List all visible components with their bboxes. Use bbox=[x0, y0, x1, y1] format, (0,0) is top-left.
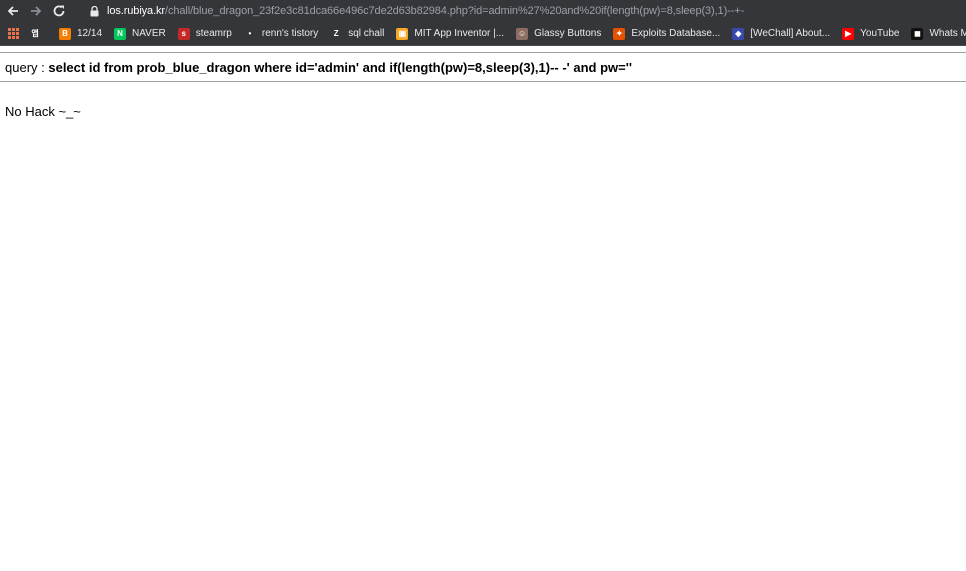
apps-grid-icon[interactable] bbox=[8, 28, 19, 39]
bookmark-label: sql chall bbox=[348, 28, 385, 39]
page-content: query : select id from prob_blue_dragon … bbox=[0, 52, 966, 119]
url-path: /chall/blue_dragon_23f2e3c81dca66e496c7d… bbox=[165, 5, 745, 17]
result-message: No Hack ~_~ bbox=[5, 104, 81, 119]
bottom-divider bbox=[0, 81, 966, 82]
query-line: query : select id from prob_blue_dragon … bbox=[0, 53, 966, 81]
bookmark-item[interactable]: ◼ Whats My IP Addr... bbox=[911, 27, 966, 40]
bookmark-item[interactable]: ▣ MIT App Inventor |... bbox=[396, 27, 505, 40]
bookmark-item[interactable]: ◆ [WeChall] About... bbox=[732, 27, 831, 40]
query-text: select id from prob_blue_dragon where id… bbox=[48, 60, 632, 75]
bookmark-label: MIT App Inventor |... bbox=[414, 28, 505, 39]
forward-button[interactable] bbox=[26, 1, 46, 21]
bookmark-label: steamrp bbox=[195, 28, 232, 39]
bookmarks-bar: 앱 B 12/14 N NAVER s steamrp • renn's tistory Zsql… bbox=[0, 22, 966, 46]
reload-icon bbox=[53, 5, 65, 17]
bookmark-item[interactable]: s steamrp bbox=[177, 27, 232, 40]
bookmark-label: [WeChall] About... bbox=[750, 28, 831, 39]
bookmark-item[interactable]: ☺ Glassy Buttons bbox=[516, 27, 602, 40]
bookmark-list: 앱 B 12/14 N NAVER s steamrp • renn's tistory Zsql… bbox=[29, 27, 966, 40]
bookmark-item[interactable]: ✦ Exploits Database... bbox=[613, 27, 721, 40]
blogger-icon: B bbox=[59, 27, 71, 40]
bookmark-label: NAVER bbox=[132, 28, 166, 39]
bookmark-label: Glassy Buttons bbox=[534, 28, 602, 39]
wechall-icon: ◆ bbox=[732, 27, 745, 40]
youtube-icon: ▶ bbox=[842, 27, 855, 40]
lock-icon bbox=[90, 5, 99, 17]
tistory-icon: • bbox=[243, 27, 256, 40]
exploit-db-icon: ✦ bbox=[613, 27, 626, 40]
bookmark-item[interactable]: B 12/14 bbox=[59, 27, 103, 40]
back-arrow-icon bbox=[7, 6, 18, 16]
bookmark-label: 12/14 bbox=[77, 28, 103, 39]
ip-icon: ◼ bbox=[911, 27, 924, 40]
steam-icon: s bbox=[177, 27, 190, 40]
bookmark-item[interactable]: ▶ YouTube bbox=[842, 27, 900, 40]
back-button[interactable] bbox=[3, 1, 23, 21]
glassy-icon: ☺ bbox=[516, 27, 529, 40]
naver-icon: N bbox=[114, 27, 127, 40]
bookmark-item[interactable]: 앱 bbox=[29, 27, 47, 40]
browser-chrome: los.rubiya.kr/chall/blue_dragon_23f2e3c8… bbox=[0, 0, 966, 46]
bookmark-item[interactable]: N NAVER bbox=[114, 27, 166, 40]
bookmark-item[interactable]: • renn's tistory bbox=[243, 27, 319, 40]
bookmark-label: Exploits Database... bbox=[631, 28, 721, 39]
reload-button[interactable] bbox=[49, 1, 69, 21]
address-bar-row: los.rubiya.kr/chall/blue_dragon_23f2e3c8… bbox=[0, 0, 966, 22]
bookmark-label: YouTube bbox=[860, 28, 900, 39]
bookmark-label: Whats My IP Addr... bbox=[929, 28, 966, 39]
app-inventor-icon: ▣ bbox=[396, 27, 409, 40]
z-icon: Z bbox=[330, 27, 343, 40]
bookmark-label: renn's tistory bbox=[261, 28, 319, 39]
bookmark-item[interactable]: Zsql chall bbox=[330, 27, 385, 40]
query-prefix: query : bbox=[5, 60, 49, 75]
forward-arrow-icon bbox=[31, 6, 42, 16]
url-field[interactable]: los.rubiya.kr/chall/blue_dragon_23f2e3c8… bbox=[80, 0, 966, 22]
url-host: los.rubiya.kr bbox=[107, 5, 165, 17]
korean-text-icon: 앱 bbox=[29, 27, 41, 40]
